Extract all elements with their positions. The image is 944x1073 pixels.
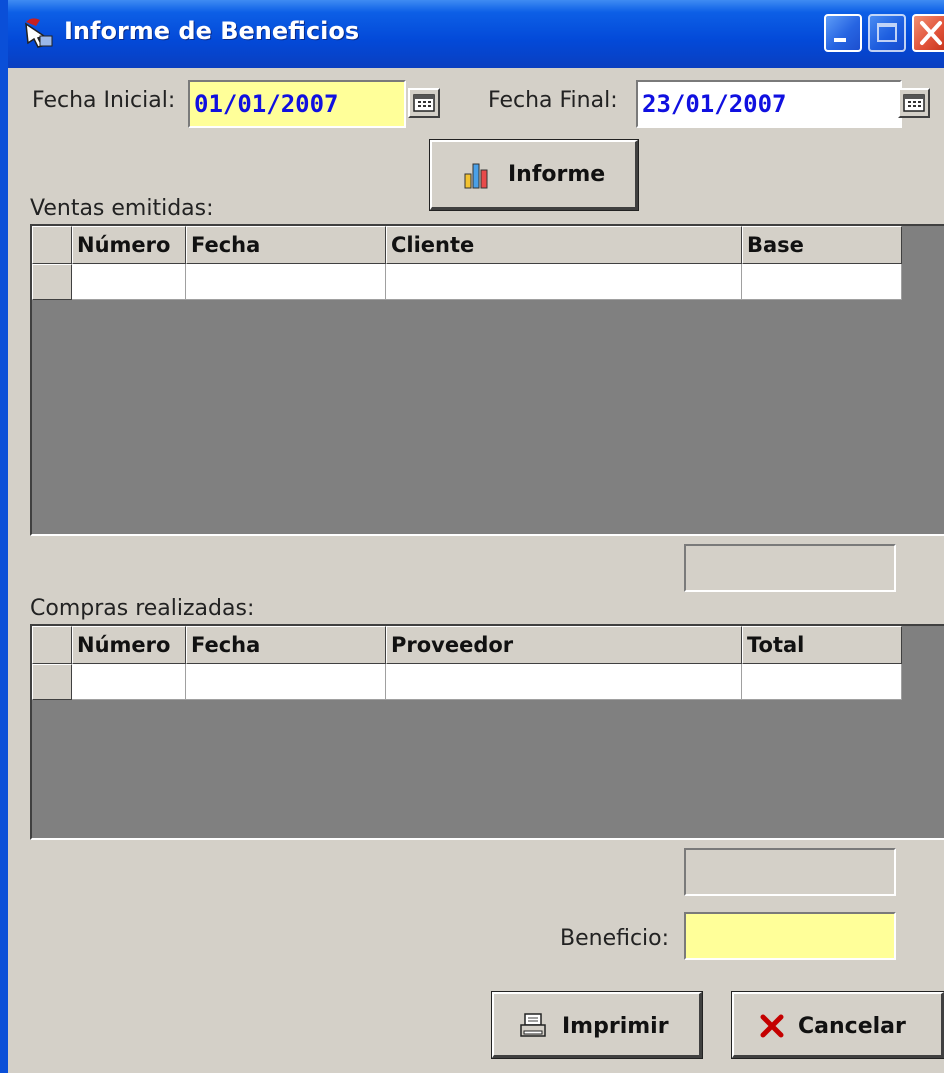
compras-grid[interactable]: Número Fecha Proveedor Total <box>30 624 944 840</box>
minimize-button[interactable] <box>824 14 862 52</box>
compras-label: Compras realizadas: <box>30 596 255 621</box>
compras-total-field <box>684 848 896 896</box>
ventas-grid[interactable]: Número Fecha Cliente Base <box>30 224 944 536</box>
ventas-label: Ventas emitidas: <box>30 196 214 221</box>
printer-icon <box>520 1013 546 1037</box>
window-title: Informe de Beneficios <box>64 17 360 45</box>
close-icon <box>920 21 942 45</box>
ventas-total-field <box>684 544 896 592</box>
report-window: Informe de Beneficios Fecha Inicial: 01/… <box>0 0 944 1073</box>
ventas-header-corner <box>32 226 72 264</box>
cancelar-button[interactable]: Cancelar <box>731 991 944 1059</box>
ventas-col-numero[interactable]: Número <box>72 226 186 264</box>
fecha-inicial-field[interactable]: 01/01/2007 <box>188 80 406 128</box>
compras-col-numero[interactable]: Número <box>72 626 186 664</box>
bar-chart-icon <box>464 163 488 189</box>
beneficio-label: Beneficio: <box>560 926 670 951</box>
fecha-final-value: 23/01/2007 <box>642 90 787 118</box>
ventas-col-cliente[interactable]: Cliente <box>386 226 742 264</box>
title-bar[interactable]: Informe de Beneficios <box>8 0 944 68</box>
maximize-icon <box>877 23 897 42</box>
table-row-cell[interactable] <box>742 664 902 700</box>
calendar-icon <box>413 94 435 112</box>
cancel-x-icon <box>760 1014 784 1038</box>
minimize-icon <box>834 38 846 42</box>
informe-button-label: Informe <box>508 162 606 187</box>
fecha-final-label: Fecha Final: <box>488 88 618 113</box>
compras-col-proveedor[interactable]: Proveedor <box>386 626 742 664</box>
compras-row-indicator[interactable] <box>32 664 72 700</box>
app-icon <box>25 18 53 48</box>
beneficio-field <box>684 912 896 960</box>
imprimir-button[interactable]: Imprimir <box>491 991 703 1059</box>
compras-col-fecha[interactable]: Fecha <box>186 626 386 664</box>
ventas-row-indicator[interactable] <box>32 264 72 300</box>
fecha-inicial-label: Fecha Inicial: <box>32 88 176 113</box>
ventas-col-base[interactable]: Base <box>742 226 902 264</box>
fecha-inicial-calendar-button[interactable] <box>408 88 440 118</box>
table-row-cell[interactable] <box>72 264 186 300</box>
table-row-cell[interactable] <box>386 264 742 300</box>
cancelar-button-label: Cancelar <box>798 1014 906 1039</box>
table-row-cell[interactable] <box>186 264 386 300</box>
imprimir-button-label: Imprimir <box>562 1014 669 1039</box>
informe-button[interactable]: Informe <box>429 139 639 211</box>
fecha-final-field[interactable]: 23/01/2007 <box>636 80 902 128</box>
table-row-cell[interactable] <box>186 664 386 700</box>
maximize-button[interactable] <box>868 14 906 52</box>
fecha-final-calendar-button[interactable] <box>898 88 930 118</box>
table-row-cell[interactable] <box>386 664 742 700</box>
close-button[interactable] <box>912 14 944 52</box>
table-row-cell[interactable] <box>72 664 186 700</box>
compras-header-corner <box>32 626 72 664</box>
fecha-inicial-value: 01/01/2007 <box>194 90 339 118</box>
ventas-col-fecha[interactable]: Fecha <box>186 226 386 264</box>
table-row-cell[interactable] <box>742 264 902 300</box>
compras-col-total[interactable]: Total <box>742 626 902 664</box>
calendar-icon <box>903 94 925 112</box>
